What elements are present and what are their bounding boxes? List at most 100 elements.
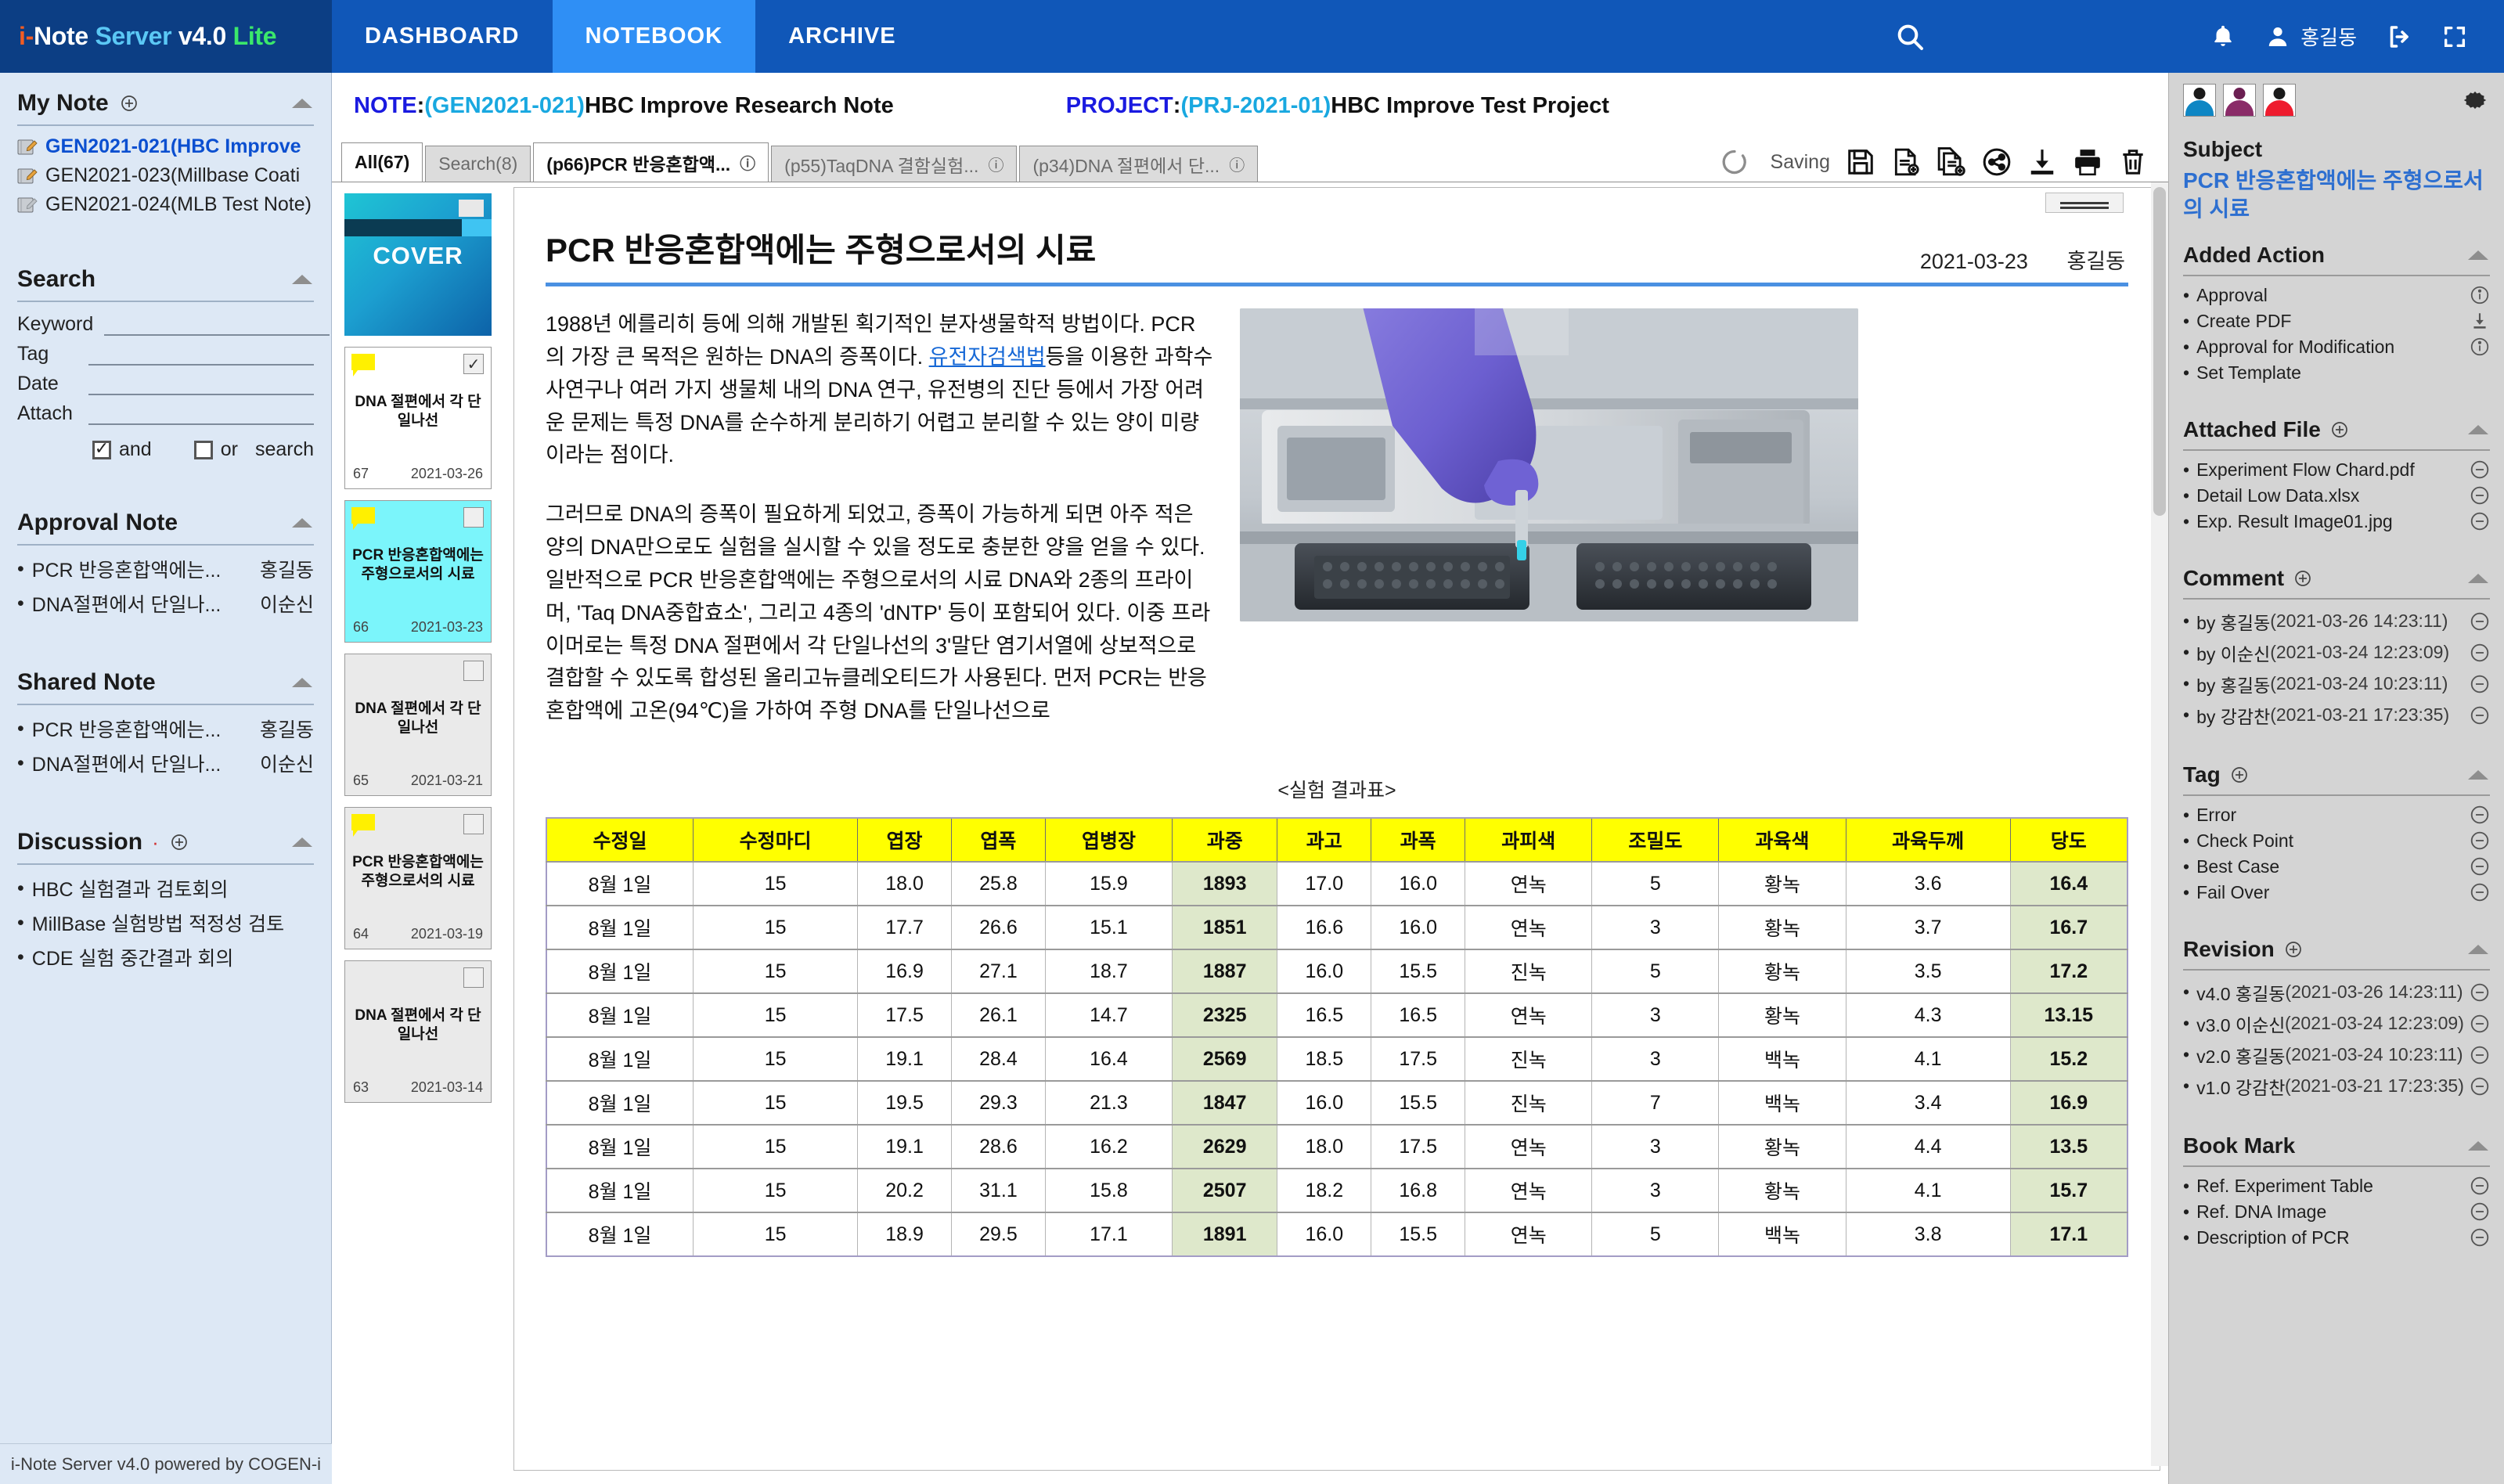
avatar-red[interactable] [2263, 84, 2296, 117]
list-item[interactable]: •Experiment Flow Chard.pdf [2183, 457, 2490, 483]
close-icon[interactable]: ⓘ [988, 153, 1003, 175]
add-comment-icon[interactable] [2293, 569, 2312, 588]
list-item[interactable]: • CDE 실험 중간결과 회의 [17, 940, 314, 974]
tab-search[interactable]: Search(8) [425, 146, 531, 182]
add-note-icon[interactable] [120, 94, 139, 113]
bookmark-collapse-icon[interactable] [2466, 1139, 2490, 1153]
revision-collapse-icon[interactable] [2466, 942, 2490, 956]
nav-tab-notebook[interactable]: NOTEBOOK [553, 0, 756, 73]
avatar-blue[interactable] [2183, 84, 2216, 117]
gene-search-link[interactable]: 유전자검색법 [929, 345, 1046, 369]
thumbnail-page-63[interactable]: DNA 절편에서 각 단일나선 63 2021-03-14 [344, 960, 492, 1103]
tag-collapse-icon[interactable] [2466, 768, 2490, 782]
nav-tab-archive[interactable]: ARCHIVE [755, 0, 929, 73]
remove-icon[interactable] [2463, 805, 2490, 825]
sidebar-item-note-0[interactable]: GEN2021-021(HBC Improve [17, 132, 314, 161]
copy-page-icon[interactable] [1937, 147, 1966, 177]
list-item[interactable]: •Detail Low Data.xlsx [2183, 483, 2490, 509]
sidebar-item-note-2[interactable]: GEN2021-024(MLB Test Note) [17, 190, 314, 219]
list-item[interactable]: •v3.0 이순신 (2021-03-24 12:23:09) [2183, 1008, 2490, 1039]
thumbnail-page-64[interactable]: PCR 반응혼합액에는 주형으로서의 시료 64 2021-03-19 [344, 807, 492, 949]
list-item[interactable]: • PCR 반응혼합액에는... 홍길동 [17, 552, 314, 586]
info-icon[interactable] [2463, 337, 2490, 357]
search-button[interactable]: search [255, 438, 314, 461]
search-and-checkbox[interactable]: ✓ [92, 441, 111, 459]
remove-icon[interactable] [2463, 674, 2490, 694]
list-item[interactable]: •by 홍길동 (2021-03-26 14:23:11) [2183, 606, 2490, 637]
add-file-icon[interactable] [2330, 420, 2349, 439]
list-item[interactable]: •Approval for Modification [2183, 334, 2490, 360]
list-item[interactable]: •Exp. Result Image01.jpg [2183, 509, 2490, 535]
shared-note-collapse-icon[interactable] [290, 675, 314, 690]
download-icon[interactable] [2463, 311, 2490, 331]
project-code[interactable]: (PRJ-2021-01) [1180, 93, 1331, 119]
remove-icon[interactable] [2463, 830, 2490, 851]
note-code[interactable]: (GEN2021-021) [424, 93, 585, 119]
new-page-icon[interactable] [1891, 147, 1921, 177]
list-item[interactable]: •Best Case [2183, 854, 2490, 880]
fullscreen-icon[interactable] [2427, 0, 2482, 73]
thumbnail-page-65[interactable]: DNA 절편에서 각 단일나선 65 2021-03-21 [344, 654, 492, 796]
user-avatar-icon[interactable] [2250, 0, 2305, 73]
list-item[interactable]: • MillBase 실험방법 적정성 검토 [17, 906, 314, 940]
remove-icon[interactable] [2463, 1076, 2490, 1097]
page-vertical-scrollbar[interactable] [2151, 182, 2168, 1466]
search-icon[interactable] [1883, 0, 1937, 73]
sidebar-item-note-1[interactable]: GEN2021-023(Millbase Coati [17, 161, 314, 190]
share-icon[interactable] [1982, 147, 2012, 177]
print-icon[interactable] [2073, 147, 2102, 177]
thumbnail-page-66[interactable]: PCR 반응혼합액에는 주형으로서의 시료 66 2021-03-23 [344, 500, 492, 643]
list-item[interactable]: •by 강감찬 (2021-03-21 17:23:35) [2183, 700, 2490, 731]
save-icon[interactable] [1846, 147, 1875, 177]
list-item[interactable]: •v1.0 강감찬 (2021-03-21 17:23:35) [2183, 1071, 2490, 1102]
list-item[interactable]: •Set Template [2183, 360, 2490, 386]
list-item[interactable]: •v2.0 홍길동 (2021-03-24 10:23:11) [2183, 1039, 2490, 1071]
list-item[interactable]: •Fail Over [2183, 880, 2490, 906]
add-tag-icon[interactable] [2230, 765, 2249, 784]
remove-icon[interactable] [2463, 1014, 2490, 1034]
list-item[interactable]: • PCR 반응혼합액에는... 홍길동 [17, 711, 314, 746]
nav-tab-dashboard[interactable]: DASHBOARD [332, 0, 553, 73]
add-discussion-icon[interactable] [170, 833, 189, 852]
list-item[interactable]: •v4.0 홍길동 (2021-03-26 14:23:11) [2183, 977, 2490, 1008]
page-checkbox[interactable] [463, 967, 484, 988]
notification-bell-icon[interactable] [2196, 0, 2250, 73]
page-checkbox[interactable]: ✓ [463, 354, 484, 374]
remove-icon[interactable] [2463, 643, 2490, 663]
list-item[interactable]: •Ref. DNA Image [2183, 1199, 2490, 1225]
tab-page-55[interactable]: (p55)TaqDNA 결함실험...ⓘ [771, 146, 1017, 182]
list-item[interactable]: • DNA절편에서 단일나... 이순신 [17, 746, 314, 780]
approval-note-collapse-icon[interactable] [290, 516, 314, 530]
remove-icon[interactable] [2463, 485, 2490, 506]
close-icon[interactable]: ⓘ [740, 151, 755, 174]
remove-icon[interactable] [2463, 882, 2490, 902]
search-or-checkbox[interactable] [194, 441, 213, 459]
tab-all[interactable]: All(67) [341, 142, 423, 182]
comment-collapse-icon[interactable] [2466, 571, 2490, 585]
list-item[interactable]: •Error [2183, 802, 2490, 828]
added-action-collapse-icon[interactable] [2466, 248, 2490, 262]
remove-icon[interactable] [2463, 1176, 2490, 1196]
download-icon[interactable] [2027, 147, 2057, 177]
my-note-collapse-icon[interactable] [290, 96, 314, 110]
info-icon[interactable] [2463, 285, 2490, 305]
attached-file-collapse-icon[interactable] [2466, 423, 2490, 437]
search-collapse-icon[interactable] [290, 272, 314, 286]
remove-icon[interactable] [2463, 511, 2490, 531]
discussion-collapse-icon[interactable] [290, 835, 314, 849]
app-logo[interactable]: i-Note Server v4.0 Lite [0, 0, 332, 73]
page-checkbox[interactable] [463, 507, 484, 528]
remove-icon[interactable] [2463, 459, 2490, 480]
close-icon[interactable]: ⓘ [1229, 153, 1245, 175]
remove-icon[interactable] [2463, 856, 2490, 877]
tab-page-34[interactable]: (p34)DNA 절편에서 단...ⓘ [1019, 146, 1258, 182]
remove-icon[interactable] [2463, 1227, 2490, 1248]
delete-icon[interactable] [2118, 147, 2148, 177]
page-checkbox[interactable] [463, 661, 484, 681]
avatar-purple[interactable] [2223, 84, 2256, 117]
search-tag-input[interactable] [88, 342, 314, 366]
search-keyword-input[interactable] [104, 312, 330, 336]
page-canvas[interactable]: PCR 반응혼합액에는 주형으로서의 시료 2021-03-23 홍길동 198… [513, 187, 2160, 1471]
drag-handle[interactable] [2045, 193, 2124, 213]
page-checkbox[interactable] [463, 814, 484, 834]
